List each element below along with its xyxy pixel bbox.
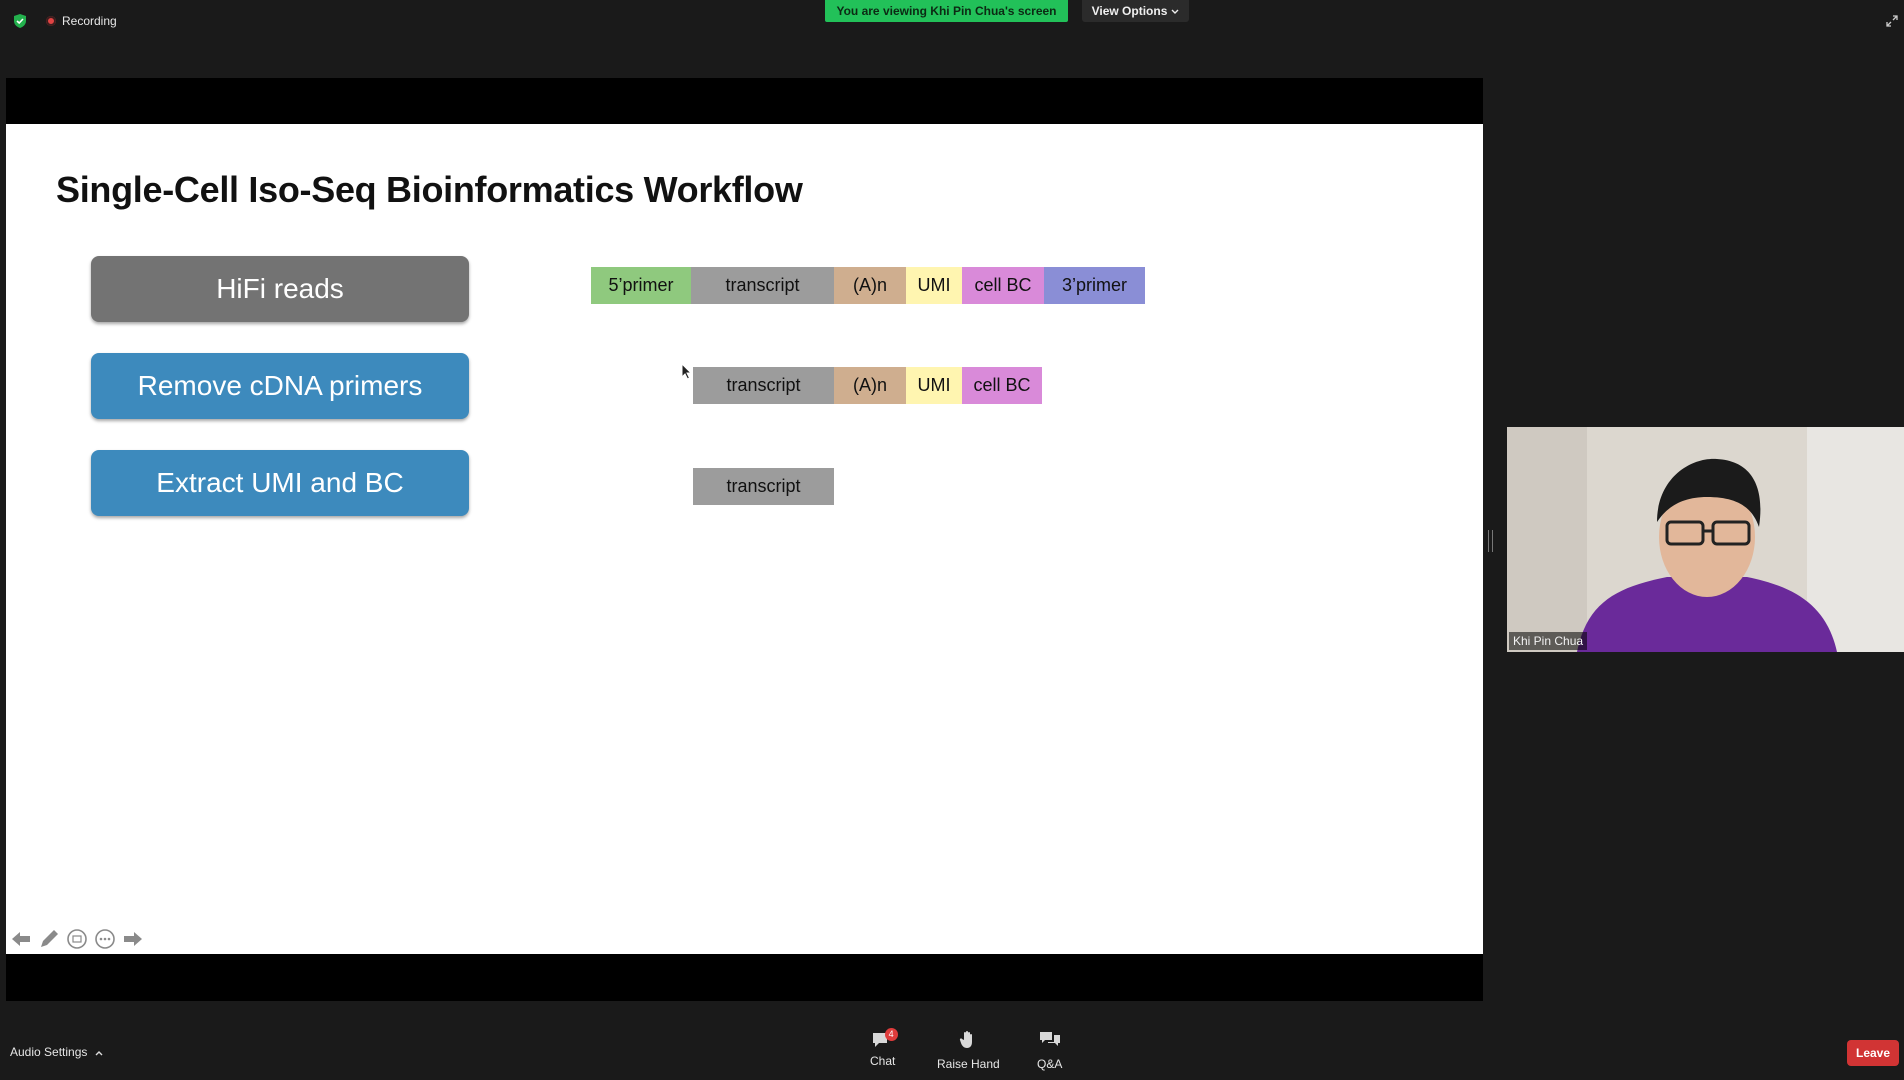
segment-3-primer: 3’primer [1044,267,1145,304]
raise-hand-label: Raise Hand [937,1057,1000,1071]
step-hifi-reads: HiFi reads [91,256,469,322]
segment-cell-bc: cell BC [962,267,1044,304]
segment-umi: UMI [906,367,962,404]
raise-hand-icon [958,1030,978,1053]
chat-icon: 4 [871,1028,898,1050]
qa-button[interactable]: Q&A [1037,1030,1062,1071]
recording-icon [46,16,56,26]
view-options-button[interactable]: View Options [1082,0,1189,22]
audio-settings-button[interactable]: Audio Settings [10,1045,103,1059]
segment-transcript: transcript [693,468,834,505]
segment-polya: (A)n [834,267,906,304]
prev-slide-icon[interactable] [10,928,32,950]
segment-transcript: transcript [691,267,834,304]
segment-5-primer: 5’primer [591,267,691,304]
panel-resize-handle[interactable] [1488,530,1493,552]
step-extract-umi-bc: Extract UMI and BC [91,450,469,516]
view-options-label: View Options [1091,4,1168,18]
segment-polya: (A)n [834,367,906,404]
shield-icon[interactable] [12,13,28,29]
caret-up-icon [95,1045,103,1059]
viewing-screen-banner: You are viewing Khi Pin Chua's screen [825,0,1068,22]
presentation-slide: Single-Cell Iso-Seq Bioinformatics Workf… [6,124,1483,954]
qa-icon [1038,1030,1062,1053]
audio-settings-label: Audio Settings [10,1045,88,1059]
recording-indicator[interactable]: Recording [46,14,117,28]
segment-cell-bc: cell BC [962,367,1042,404]
recording-label: Recording [62,14,117,28]
participant-video[interactable] [1507,427,1904,652]
slides-grid-icon[interactable] [66,928,88,950]
more-icon[interactable] [94,928,116,950]
qa-label: Q&A [1037,1057,1063,1071]
raise-hand-button[interactable]: Raise Hand [937,1030,1000,1071]
chat-button[interactable]: 4 Chat [870,1028,898,1068]
pen-icon[interactable] [38,928,60,950]
leave-button[interactable]: Leave [1847,1040,1899,1066]
chevron-down-icon [1171,4,1179,18]
slide-title: Single-Cell Iso-Seq Bioinformatics Workf… [56,169,803,210]
mouse-cursor-icon [681,362,693,381]
chat-label: Chat [870,1054,896,1068]
segment-transcript: transcript [693,367,834,404]
chat-badge: 4 [884,1028,898,1041]
participant-name-label: Khi Pin Chua [1509,632,1588,650]
step-remove-cdna-primers: Remove cDNA primers [91,353,469,419]
participant-video-frame [1507,427,1904,652]
slide-toolbar [10,928,144,950]
segment-umi: UMI [906,267,962,304]
next-slide-icon[interactable] [122,928,144,950]
expand-icon[interactable] [1886,14,1898,27]
top-bar: Recording You are viewing Khi Pin Chua's… [0,0,1904,40]
